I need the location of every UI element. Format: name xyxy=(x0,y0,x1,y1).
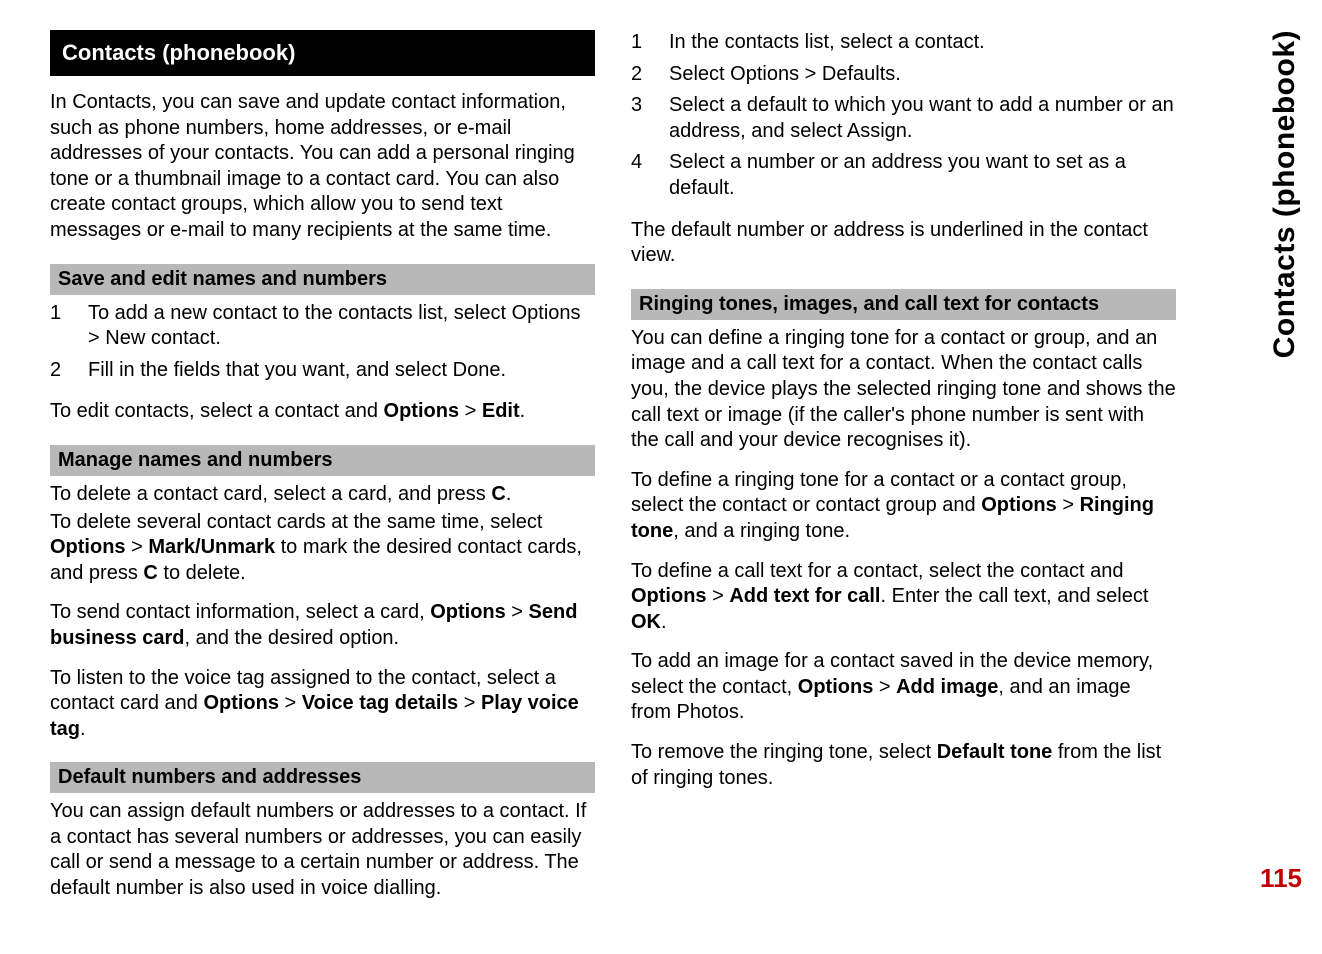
voice-tag-details-label: Voice tag details xyxy=(302,692,458,714)
define-ringing-paragraph: To define a ringing tone for a contact o… xyxy=(631,468,1176,545)
remove-ringing-paragraph: To remove the ringing tone, select Defau… xyxy=(631,740,1176,791)
main-heading: Contacts (phonebook) xyxy=(50,30,595,76)
default-tone-label: Default tone xyxy=(937,741,1053,763)
right-column: In the contacts list, select a contact. … xyxy=(631,30,1176,910)
page-content: Contacts (phonebook) In Contacts, you ca… xyxy=(50,30,1272,910)
text: . xyxy=(506,483,512,505)
gt-separator: > xyxy=(279,692,302,714)
sub-heading-defaults: Default numbers and addresses xyxy=(50,762,595,793)
edit-contacts-paragraph: To edit contacts, select a contact and O… xyxy=(50,399,595,425)
delete-card-paragraph: To delete a contact card, select a card,… xyxy=(50,482,595,508)
c-key-label: C xyxy=(491,483,505,505)
delete-several-paragraph: To delete several contact cards at the s… xyxy=(50,510,595,587)
add-image-label: Add image xyxy=(896,676,998,698)
underlined-note-paragraph: The default number or address is underli… xyxy=(631,218,1176,269)
page-number: 115 xyxy=(1260,863,1302,894)
side-tab-label: Contacts (phonebook) xyxy=(1268,30,1302,358)
assign-label: Assign xyxy=(847,120,907,142)
text: . xyxy=(895,63,901,85)
text: Select a default to which you want to ad… xyxy=(669,94,1174,142)
step-2: Select Options > Defaults. xyxy=(631,62,1176,88)
ok-label: OK xyxy=(631,611,661,633)
define-call-text-paragraph: To define a call text for a contact, sel… xyxy=(631,559,1176,636)
sub-heading-save-edit: Save and edit names and numbers xyxy=(50,264,595,295)
add-image-paragraph: To add an image for a contact saved in t… xyxy=(631,649,1176,726)
step-3: Select a default to which you want to ad… xyxy=(631,93,1176,144)
new-contact-label: New contact xyxy=(105,327,215,349)
options-label: Options xyxy=(798,676,874,698)
text: To define a call text for a contact, sel… xyxy=(631,560,1124,582)
defaults-steps: In the contacts list, select a contact. … xyxy=(631,30,1176,208)
options-label: Options xyxy=(512,302,581,324)
options-label: Options xyxy=(981,494,1057,516)
text: To add a new contact to the contacts lis… xyxy=(88,302,512,324)
text: . Enter the call text, and select xyxy=(880,585,1148,607)
options-label: Options xyxy=(384,400,460,422)
gt-separator: > xyxy=(506,601,529,623)
step-1: To add a new contact to the contacts lis… xyxy=(50,301,595,352)
save-edit-steps: To add a new contact to the contacts lis… xyxy=(50,301,595,390)
mark-unmark-label: Mark/Unmark xyxy=(148,536,275,558)
text: Fill in the fields that you want, and se… xyxy=(88,359,453,381)
text: . xyxy=(520,400,526,422)
text: To delete several contact cards at the s… xyxy=(50,511,542,533)
options-label: Options xyxy=(50,536,126,558)
text: To remove the ringing tone, select xyxy=(631,741,937,763)
sub-heading-manage: Manage names and numbers xyxy=(50,445,595,476)
sub-heading-ringing: Ringing tones, images, and call text for… xyxy=(631,289,1176,320)
add-text-for-call-label: Add text for call xyxy=(729,585,880,607)
text: To edit contacts, select a contact and xyxy=(50,400,384,422)
text: . xyxy=(661,611,667,633)
gt-separator: > xyxy=(707,585,730,607)
gt-separator: > xyxy=(458,692,481,714)
gt-separator: > xyxy=(873,676,896,698)
step-4: Select a number or an address you want t… xyxy=(631,150,1176,201)
defaults-label: Defaults xyxy=(822,63,895,85)
text: Select xyxy=(669,63,730,85)
gt-separator: > xyxy=(126,536,149,558)
text: To send contact information, select a ca… xyxy=(50,601,430,623)
left-column: Contacts (phonebook) In Contacts, you ca… xyxy=(50,30,595,910)
intro-paragraph: In Contacts, you can save and update con… xyxy=(50,90,595,244)
text: , and a ringing tone. xyxy=(673,520,850,542)
text: . xyxy=(215,327,221,349)
gt-separator: > xyxy=(1057,494,1080,516)
text: . xyxy=(80,718,86,740)
gt-separator: > xyxy=(459,400,482,422)
gt-separator: > xyxy=(799,63,822,85)
step-2: Fill in the fields that you want, and se… xyxy=(50,358,595,384)
text: to delete. xyxy=(158,562,246,584)
text: , and the desired option. xyxy=(185,627,400,649)
voice-tag-paragraph: To listen to the voice tag assigned to t… xyxy=(50,666,595,743)
done-label: Done xyxy=(453,359,501,381)
options-label: Options xyxy=(430,601,506,623)
text: . xyxy=(500,359,506,381)
ringing-intro-paragraph: You can define a ringing tone for a cont… xyxy=(631,326,1176,454)
options-label: Options xyxy=(730,63,799,85)
text: To delete a contact card, select a card,… xyxy=(50,483,491,505)
step-1: In the contacts list, select a contact. xyxy=(631,30,1176,56)
send-contact-paragraph: To send contact information, select a ca… xyxy=(50,600,595,651)
gt-separator: > xyxy=(88,327,105,349)
right-margin xyxy=(1212,30,1272,910)
defaults-paragraph: You can assign default numbers or addres… xyxy=(50,799,595,901)
options-label: Options xyxy=(631,585,707,607)
edit-label: Edit xyxy=(482,400,520,422)
text: . xyxy=(907,120,913,142)
options-label: Options xyxy=(203,692,279,714)
c-key-label: C xyxy=(143,562,157,584)
